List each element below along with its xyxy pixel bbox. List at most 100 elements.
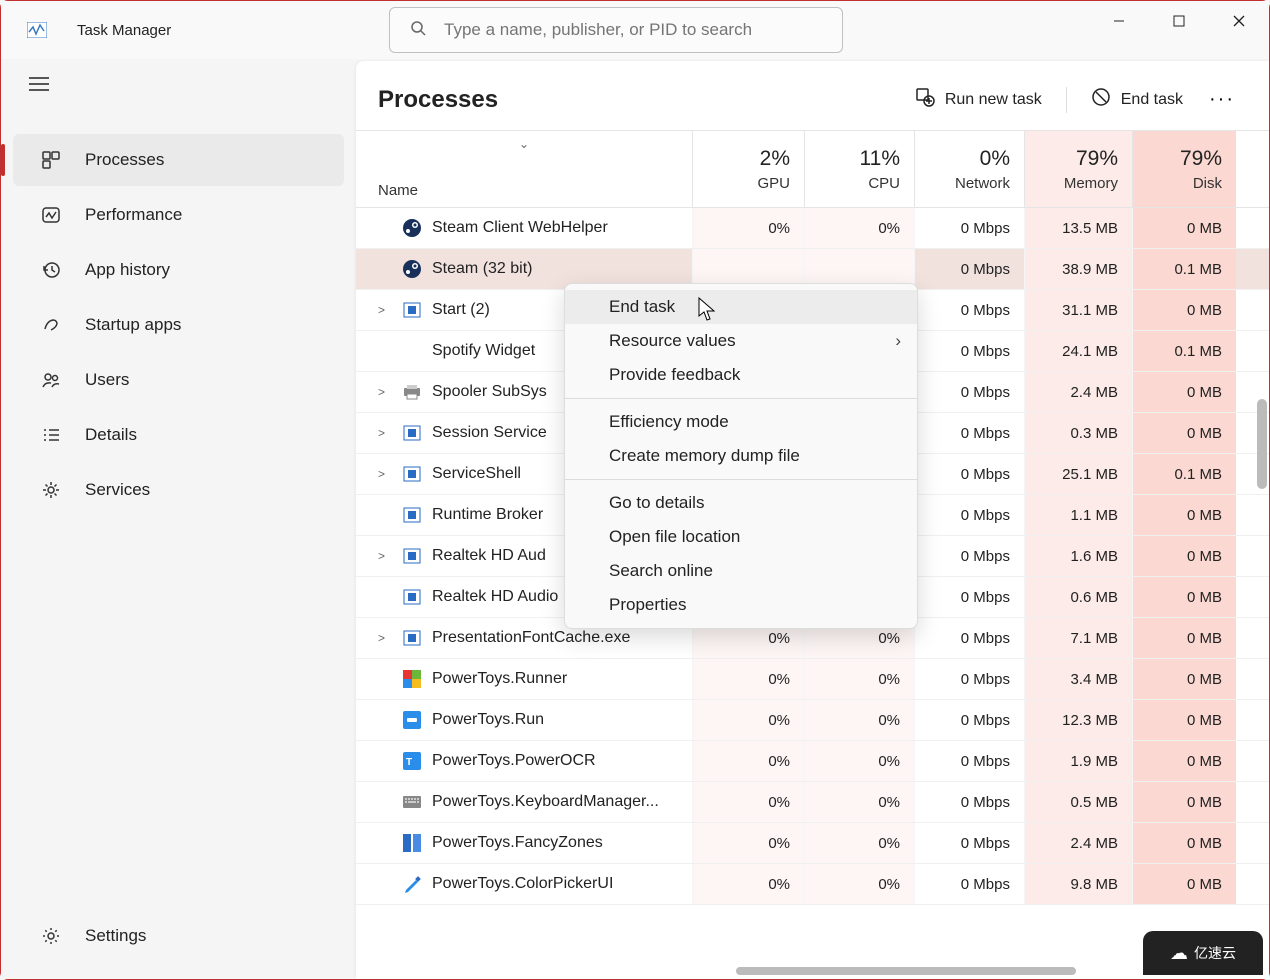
context-menu-item[interactable]: Create memory dump file: [565, 439, 917, 473]
gpu-pct: 2%: [760, 147, 790, 171]
column-gpu[interactable]: 2% GPU: [692, 131, 804, 207]
nav-processes[interactable]: Processes: [13, 134, 344, 186]
net-cell: 0 Mbps: [914, 782, 1024, 822]
disk-cell: 0 MB: [1132, 741, 1236, 781]
disk-cell: 0.1 MB: [1132, 249, 1236, 289]
process-name: PowerToys.KeyboardManager...: [432, 793, 659, 811]
expand-icon[interactable]: >: [378, 385, 392, 399]
context-menu-item[interactable]: Go to details: [565, 486, 917, 520]
net-cell: 0 Mbps: [914, 577, 1024, 617]
search-bar[interactable]: [389, 7, 843, 53]
nav-label: Processes: [85, 150, 164, 170]
column-network[interactable]: 0% Network: [914, 131, 1024, 207]
context-menu-item[interactable]: Search online: [565, 554, 917, 588]
context-menu-item[interactable]: Efficiency mode: [565, 405, 917, 439]
process-icon: [402, 423, 422, 443]
context-menu-item[interactable]: End task: [565, 290, 917, 324]
mem-cell: 0.5 MB: [1024, 782, 1132, 822]
nav-startup-apps[interactable]: Startup apps: [13, 299, 344, 351]
performance-icon: [39, 203, 63, 227]
nav-settings[interactable]: Settings: [13, 910, 344, 962]
process-name-cell: PowerToys.KeyboardManager...: [356, 792, 692, 812]
process-name-cell: Steam Client WebHelper: [356, 218, 692, 238]
column-memory[interactable]: 79% Memory: [1024, 131, 1132, 207]
maximize-button[interactable]: [1149, 1, 1209, 41]
expand-icon[interactable]: >: [378, 467, 392, 481]
process-icon: [402, 341, 422, 361]
process-icon: [402, 587, 422, 607]
disk-cell: 0 MB: [1132, 618, 1236, 658]
svg-text:T: T: [406, 757, 412, 768]
process-icon: [402, 792, 422, 812]
expand-icon[interactable]: >: [378, 303, 392, 317]
cpu-cell: 0%: [804, 741, 914, 781]
table-row[interactable]: PowerToys.Runner0%0%0 Mbps3.4 MB0 MB: [356, 659, 1269, 700]
startup-icon: [39, 313, 63, 337]
table-row[interactable]: PowerToys.ColorPickerUI0%0%0 Mbps9.8 MB0…: [356, 864, 1269, 905]
expand-icon[interactable]: >: [378, 631, 392, 645]
nav-details[interactable]: Details: [13, 409, 344, 461]
context-menu-item[interactable]: Provide feedback: [565, 358, 917, 392]
nav-label: Users: [85, 370, 129, 390]
mem-cell: 12.3 MB: [1024, 700, 1132, 740]
process-icon: [402, 833, 422, 853]
run-new-task-button[interactable]: Run new task: [901, 79, 1056, 120]
history-icon: [39, 258, 63, 282]
net-cell: 0 Mbps: [914, 454, 1024, 494]
disk-cell: 0 MB: [1132, 208, 1236, 248]
process-icon: [402, 710, 422, 730]
process-icon: [402, 505, 422, 525]
nav-label: Settings: [85, 926, 146, 946]
context-menu-item[interactable]: Properties: [565, 588, 917, 622]
context-menu-separator: [565, 479, 917, 480]
table-row[interactable]: PowerToys.FancyZones0%0%0 Mbps2.4 MB0 MB: [356, 823, 1269, 864]
more-button[interactable]: ···: [1197, 80, 1247, 119]
minimize-button[interactable]: [1089, 1, 1149, 41]
column-cpu[interactable]: 11% CPU: [804, 131, 914, 207]
disk-cell: 0 MB: [1132, 864, 1236, 904]
context-menu-item[interactable]: Open file location: [565, 520, 917, 554]
mem-cell: 2.4 MB: [1024, 823, 1132, 863]
vertical-scrollbar[interactable]: [1257, 399, 1267, 489]
gpu-cell: 0%: [692, 741, 804, 781]
app-title: Task Manager: [77, 22, 171, 39]
column-name[interactable]: ⌄ Name: [356, 131, 692, 207]
table-row[interactable]: PowerToys.KeyboardManager...0%0%0 Mbps0.…: [356, 782, 1269, 823]
net-cell: 0 Mbps: [914, 331, 1024, 371]
nav-app-history[interactable]: App history: [13, 244, 344, 296]
mem-cell: 9.8 MB: [1024, 864, 1132, 904]
mem-cell: 1.6 MB: [1024, 536, 1132, 576]
process-name: PowerToys.PowerOCR: [432, 752, 596, 770]
divider: [1066, 87, 1067, 113]
process-name: Steam (32 bit): [432, 260, 532, 278]
search-icon: [410, 20, 426, 41]
nav-services[interactable]: Services: [13, 464, 344, 516]
table-row[interactable]: TPowerToys.PowerOCR0%0%0 Mbps1.9 MB0 MB: [356, 741, 1269, 782]
horizontal-scrollbar[interactable]: [736, 967, 1076, 975]
end-task-button[interactable]: End task: [1077, 79, 1197, 120]
process-name: PowerToys.Runner: [432, 670, 567, 688]
run-new-task-label: Run new task: [945, 91, 1042, 109]
nav-performance[interactable]: Performance: [13, 189, 344, 241]
table-row[interactable]: PowerToys.Run0%0%0 Mbps12.3 MB0 MB: [356, 700, 1269, 741]
mem-cell: 24.1 MB: [1024, 331, 1132, 371]
process-name: PowerToys.Run: [432, 711, 544, 729]
process-name-cell: Steam (32 bit): [356, 259, 692, 279]
mem-cell: 0.6 MB: [1024, 577, 1132, 617]
process-name: Start (2): [432, 301, 490, 319]
search-input[interactable]: [444, 20, 822, 40]
close-button[interactable]: [1209, 1, 1269, 41]
expand-icon[interactable]: >: [378, 549, 392, 563]
nav-users[interactable]: Users: [13, 354, 344, 406]
context-menu-item[interactable]: Resource values›: [565, 324, 917, 358]
net-cell: 0 Mbps: [914, 659, 1024, 699]
gpu-cell: 0%: [692, 700, 804, 740]
disk-label: Disk: [1193, 175, 1222, 192]
net-cell: 0 Mbps: [914, 741, 1024, 781]
hamburger-button[interactable]: [1, 59, 356, 114]
expand-icon[interactable]: >: [378, 426, 392, 440]
gpu-cell: 0%: [692, 208, 804, 248]
table-row[interactable]: Steam Client WebHelper0%0%0 Mbps13.5 MB0…: [356, 208, 1269, 249]
nav: Processes Performance App history Startu…: [1, 134, 356, 516]
column-disk[interactable]: 79% Disk: [1132, 131, 1236, 207]
